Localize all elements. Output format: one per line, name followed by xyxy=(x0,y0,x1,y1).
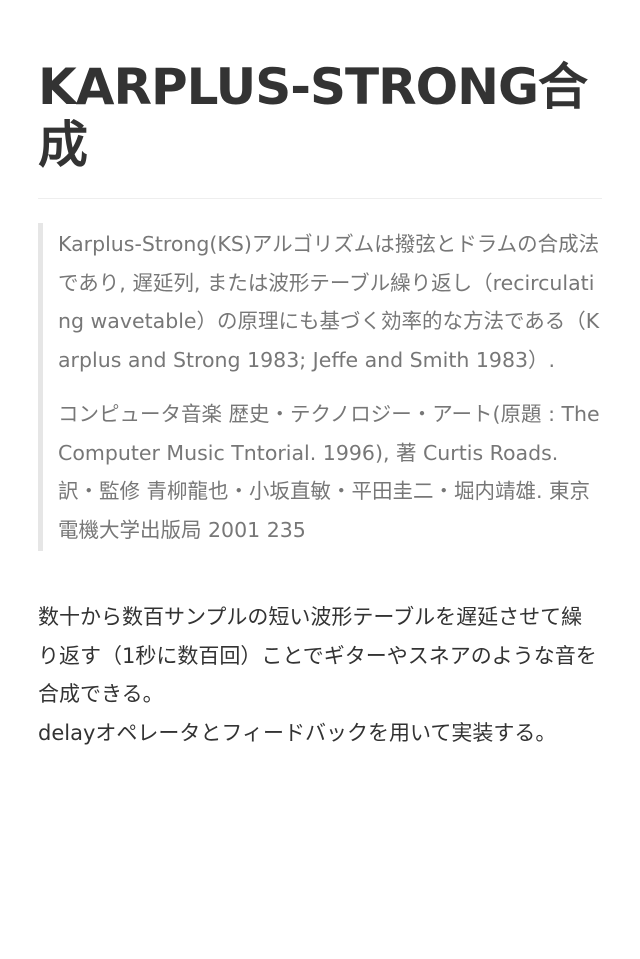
citation-blockquote: Karplus-Strong(KS)アルゴリズムは撥弦とドラムの合成法であり, … xyxy=(38,223,602,551)
body-paragraph: 数十から数百サンプルの短い波形テーブルを遅延させて繰り返す（1秒に数百回）ことで… xyxy=(38,598,602,752)
title-divider xyxy=(38,198,602,199)
page-title: KARPLUS-STRONG合成 xyxy=(38,58,588,174)
body-line-description: 数十から数百サンプルの短い波形テーブルを遅延させて繰り返す（1秒に数百回）ことで… xyxy=(38,605,597,706)
quote-paragraph-source: コンピュータ音楽 歴史・テクノロジー・アート(原題 : The Computer… xyxy=(58,402,600,542)
article-page: KARPLUS-STRONG合成 Karplus-Strong(KS)アルゴリズ… xyxy=(0,0,640,959)
body-line-implementation: delayオペレータとフィードバックを用いて実装する。 xyxy=(38,720,557,745)
quote-paragraph-description: Karplus-Strong(KS)アルゴリズムは撥弦とドラムの合成法であり, … xyxy=(58,232,600,372)
